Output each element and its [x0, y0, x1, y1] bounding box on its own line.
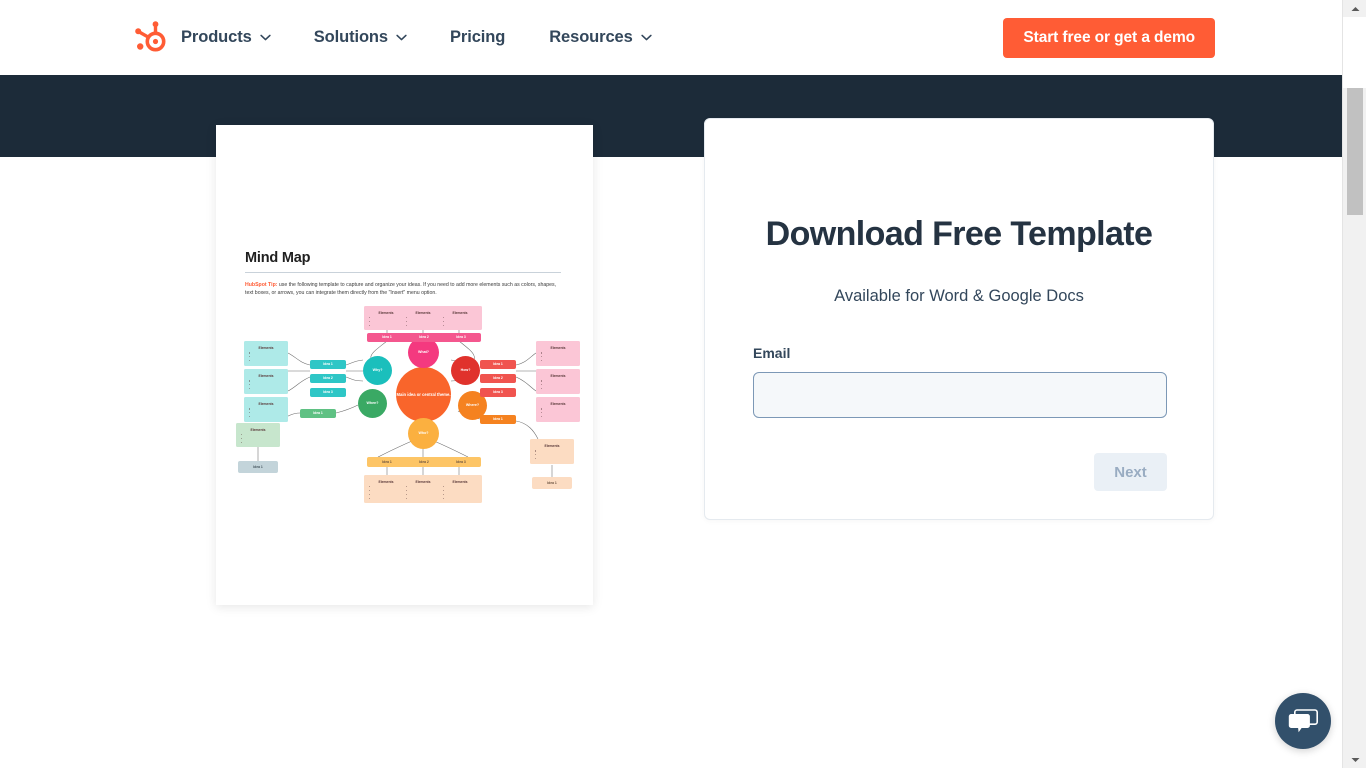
mindmap-elements-box: Elements — [244, 397, 288, 422]
nav-item-solutions[interactable]: Solutions — [314, 28, 407, 47]
form-title: Download Free Template — [765, 215, 1153, 253]
download-form-card: Download Free Template Available for Wor… — [704, 118, 1214, 520]
scrollbar-down-arrow[interactable] — [1343, 751, 1366, 768]
scrollbar-thumb[interactable] — [1347, 88, 1363, 215]
mindmap-idea-pill: Idea 1 — [532, 477, 572, 489]
elements-label: Elements — [452, 310, 468, 315]
mindmap-elements-box: Elements — [236, 423, 280, 447]
mindmap-idea-pill: Idea 2 — [310, 374, 346, 383]
mindmap-branch-how: How? — [451, 356, 480, 385]
chevron-down-icon — [260, 34, 271, 41]
mindmap-branch-when: When? — [358, 389, 387, 418]
elements-label: Elements — [452, 479, 468, 484]
elements-label: Elements — [550, 374, 566, 379]
elements-label: Elements — [544, 444, 560, 449]
mindmap-idea-pill: Idea 3 — [480, 388, 516, 397]
email-field-label: Email — [753, 345, 791, 361]
template-preview-card: Mind Map HubSpot Tip: use the following … — [216, 125, 593, 605]
mindmap-idea-pill: Idea 1 — [480, 360, 516, 369]
mindmap-idea-pill: Idea 3 — [310, 388, 346, 397]
chevron-down-icon — [396, 34, 407, 41]
mindmap-elements-box: Elements — [438, 475, 482, 503]
mindmap-idea-pill: Idea 1 — [300, 409, 336, 418]
mindmap-elements-box: Elements — [438, 306, 482, 330]
mindmap-branch-why: Why? — [363, 356, 392, 385]
chevron-up-icon — [1351, 6, 1359, 11]
nav-item-solutions-label: Solutions — [313, 28, 388, 46]
nav-item-pricing[interactable]: Pricing — [450, 28, 505, 47]
document-title: Mind Map — [245, 250, 311, 266]
hubspot-sprocket-logo-icon[interactable] — [133, 21, 167, 55]
elements-label: Elements — [258, 374, 274, 379]
mindmap-idea-pill: Idea 1 — [480, 415, 516, 424]
mindmap-branch-who: Who? — [408, 418, 439, 449]
document-tip-text: HubSpot Tip: use the following template … — [245, 281, 561, 297]
elements-label: Elements — [258, 346, 274, 351]
top-navigation-bar: Products Solutions Pricing Resources Sta… — [0, 0, 1342, 75]
mindmap-idea-pill: Idea 2 — [480, 374, 516, 383]
mindmap-idea-pill: Idea 1 — [310, 360, 346, 369]
elements-label: Elements — [550, 346, 566, 351]
hubspot-tip-body: use the following template to capture an… — [245, 282, 557, 297]
nav-item-products[interactable]: Products — [181, 28, 271, 47]
mindmap-idea-pill: Idea 1 — [367, 457, 407, 467]
mindmap-elements-box: Elements — [244, 369, 288, 394]
mindmap-idea-pill: Idea 2 — [404, 457, 444, 467]
chat-bubbles-icon — [1288, 708, 1318, 732]
hubspot-tip-prefix: HubSpot Tip: — [245, 282, 278, 288]
chevron-down-icon — [641, 34, 652, 41]
page-viewport: Products Solutions Pricing Resources Sta… — [0, 0, 1342, 768]
elements-label: Elements — [250, 427, 266, 432]
scrollbar-up-arrow[interactable] — [1343, 0, 1366, 17]
mindmap-idea-pill: Idea 2 — [404, 333, 444, 342]
mindmap-elements-box: Elements — [536, 369, 580, 394]
start-free-or-demo-button[interactable]: Start free or get a demo — [1003, 18, 1215, 58]
nav-item-products-label: Products — [181, 28, 252, 46]
elements-label: Elements — [258, 402, 274, 407]
elements-label: Elements — [550, 402, 566, 407]
form-subtitle: Available for Word & Google Docs — [834, 287, 1084, 305]
mindmap-elements-box: Elements — [536, 397, 580, 422]
mindmap-idea-pill: Idea 3 — [441, 457, 481, 467]
mindmap-elements-box: Elements — [244, 341, 288, 366]
mind-map-diagram: Main idea or central theme. What? Why? W… — [222, 305, 587, 505]
nav-item-pricing-label: Pricing — [449, 28, 506, 46]
next-button[interactable]: Next — [1094, 453, 1167, 491]
email-input[interactable] — [753, 372, 1167, 418]
page-scrollbar[interactable] — [1342, 0, 1366, 768]
mindmap-idea-pill: Idea 1 — [238, 461, 278, 473]
document-title-divider — [245, 272, 561, 273]
nav-links: Products Solutions Pricing Resources — [181, 0, 695, 75]
chevron-down-icon — [1351, 757, 1359, 762]
nav-item-resources[interactable]: Resources — [549, 28, 652, 47]
mindmap-elements-box: Elements — [530, 439, 574, 464]
nav-item-resources-label: Resources — [549, 28, 633, 46]
mindmap-idea-pill: Idea 1 — [367, 333, 407, 342]
mindmap-center-node: Main idea or central theme. — [396, 367, 451, 422]
mindmap-elements-box: Elements — [536, 341, 580, 366]
scrollbar-track-top[interactable] — [1343, 17, 1366, 88]
chat-widget-button[interactable] — [1275, 693, 1331, 749]
mindmap-idea-pill: Idea 3 — [441, 333, 481, 342]
